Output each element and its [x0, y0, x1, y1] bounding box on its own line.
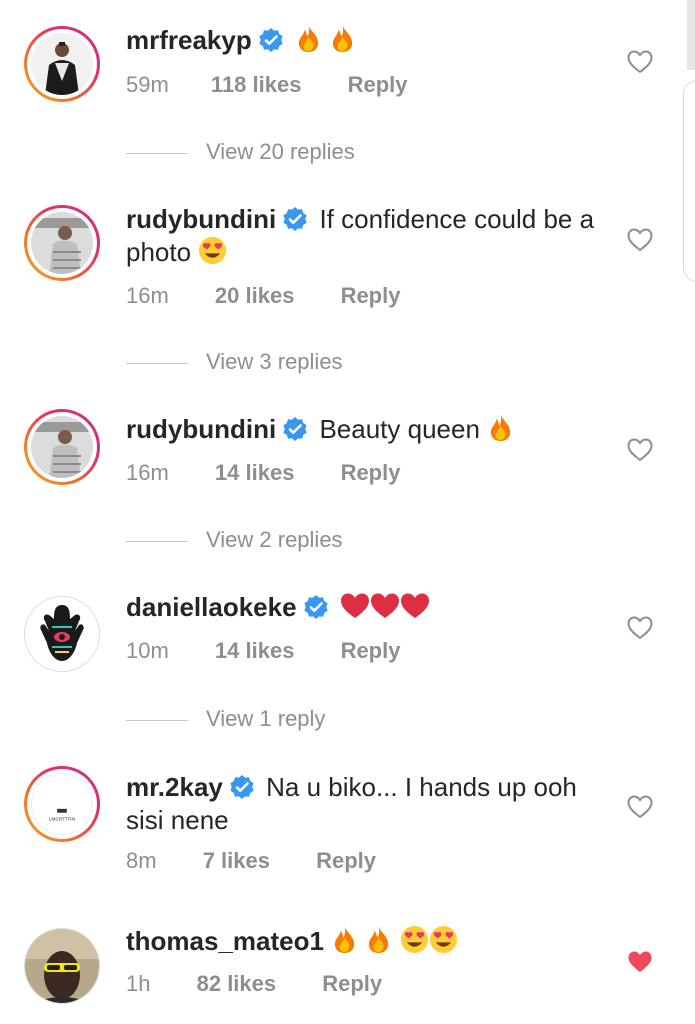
- comment-timestamp: 59m: [126, 72, 169, 97]
- verified-badge-icon: [282, 416, 308, 442]
- avatar-image: [31, 212, 93, 274]
- comment-username[interactable]: thomas_mateo1: [126, 926, 324, 956]
- view-replies-button[interactable]: View 20 replies: [126, 139, 355, 165]
- view-replies-divider: [126, 540, 188, 542]
- comment-username[interactable]: daniellaokeke: [126, 592, 297, 622]
- reply-button[interactable]: Reply: [341, 638, 401, 664]
- reply-button[interactable]: Reply: [341, 283, 401, 309]
- reply-button[interactable]: Reply: [348, 72, 408, 98]
- view-replies-divider: [126, 362, 188, 364]
- avatar-logo-text: LMCRTTRN: [49, 816, 76, 822]
- comment-text: sisi nene: [126, 805, 229, 835]
- comment-body: mr.2kay Na u biko... I hands up ooh sisi…: [126, 771, 606, 837]
- fire-emoji-icon: [295, 24, 322, 53]
- verified-badge-icon: [282, 206, 308, 232]
- heart-eyes-emoji-icon: [429, 925, 458, 954]
- comment-body: mrfreakyp: [126, 24, 606, 57]
- comment-meta: 59m 118 likes Reply: [126, 72, 408, 98]
- fire-emoji-icon: [329, 24, 356, 53]
- comment-likes-count[interactable]: 14 likes: [215, 460, 295, 486]
- comment-body: rudybundini If confidence could be a pho…: [126, 203, 606, 269]
- comment-timestamp: 16m: [126, 283, 169, 308]
- view-replies-label: View 1 reply: [206, 706, 326, 731]
- verified-badge-icon: [303, 594, 329, 620]
- avatar[interactable]: [24, 205, 100, 281]
- view-replies-label: View 3 replies: [206, 349, 343, 374]
- comment-likes-count[interactable]: 118 likes: [211, 72, 302, 98]
- like-heart-icon[interactable]: [627, 438, 653, 462]
- comment-likes-count[interactable]: 7 likes: [203, 848, 270, 874]
- reply-button[interactable]: Reply: [341, 460, 401, 486]
- view-replies-button[interactable]: View 2 replies: [126, 527, 343, 553]
- comment-username[interactable]: mr.2kay: [126, 772, 223, 802]
- comment-body: thomas_mateo1: [126, 925, 606, 958]
- avatar[interactable]: [24, 928, 100, 1004]
- comment-likes-count[interactable]: 82 likes: [197, 971, 277, 997]
- comment-text: If confidence could be a: [319, 204, 595, 234]
- comment-meta: 16m 20 likes Reply: [126, 283, 400, 309]
- avatar[interactable]: [24, 409, 100, 485]
- red-heart-emoji-icon: [400, 592, 430, 620]
- comment-likes-count[interactable]: 20 likes: [215, 283, 295, 309]
- comments-list: mrfreakyp 59m 118 likes Reply View 20 re…: [0, 0, 695, 1024]
- avatar-image: [31, 33, 93, 95]
- scrollbar-thumb[interactable]: [687, 0, 695, 70]
- comment-username[interactable]: rudybundini: [126, 414, 276, 444]
- fire-emoji-icon: [331, 925, 358, 954]
- liked-heart-icon[interactable]: [627, 950, 653, 974]
- comment-meta: 16m 14 likes Reply: [126, 460, 400, 486]
- fire-emoji-icon: [487, 413, 514, 442]
- like-heart-icon[interactable]: [627, 795, 653, 819]
- like-heart-icon[interactable]: [627, 616, 653, 640]
- view-replies-label: View 2 replies: [206, 527, 343, 552]
- comment-body: rudybundini Beauty queen: [126, 413, 606, 446]
- comment-text: Beauty queen: [319, 414, 480, 444]
- heart-eyes-emoji-icon: [198, 236, 227, 265]
- comment-timestamp: 10m: [126, 638, 169, 663]
- overlay-panel-edge: [683, 80, 695, 282]
- reply-button[interactable]: Reply: [316, 848, 376, 874]
- avatar-image: [25, 929, 99, 1003]
- view-replies-button[interactable]: View 3 replies: [126, 349, 343, 375]
- like-heart-icon[interactable]: [627, 228, 653, 252]
- comment-meta: 8m 7 likes Reply: [126, 848, 376, 874]
- avatar[interactable]: [24, 26, 100, 102]
- avatar-image: [31, 416, 93, 478]
- avatar-image: [25, 597, 99, 671]
- view-replies-divider: [126, 719, 188, 721]
- comment-likes-count[interactable]: 14 likes: [215, 638, 295, 664]
- avatar[interactable]: [24, 596, 100, 672]
- avatar-image: LMCRTTRN: [32, 774, 92, 834]
- comment-meta: 10m 14 likes Reply: [126, 638, 400, 664]
- view-replies-label: View 20 replies: [206, 139, 355, 164]
- comment-meta: 1h 82 likes Reply: [126, 971, 382, 997]
- comment-body: daniellaokeke: [126, 591, 606, 624]
- comment-username[interactable]: mrfreakyp: [126, 25, 252, 55]
- comment-username[interactable]: rudybundini: [126, 204, 276, 234]
- view-replies-button[interactable]: View 1 reply: [126, 706, 325, 732]
- comment-text: photo: [126, 237, 192, 267]
- like-heart-icon[interactable]: [627, 50, 653, 74]
- avatar[interactable]: LMCRTTRN: [24, 766, 100, 842]
- red-heart-emoji-icon: [340, 592, 370, 620]
- red-heart-emoji-icon: [370, 592, 400, 620]
- comment-timestamp: 8m: [126, 848, 157, 873]
- verified-badge-icon: [229, 774, 255, 800]
- comment-text: Na u biko... I hands up ooh: [266, 772, 577, 802]
- fire-emoji-icon: [365, 925, 392, 954]
- verified-badge-icon: [258, 27, 284, 53]
- comment-timestamp: 1h: [126, 971, 151, 996]
- heart-eyes-emoji-icon: [400, 925, 429, 954]
- reply-button[interactable]: Reply: [322, 971, 382, 997]
- comment-timestamp: 16m: [126, 460, 169, 485]
- view-replies-divider: [126, 152, 188, 154]
